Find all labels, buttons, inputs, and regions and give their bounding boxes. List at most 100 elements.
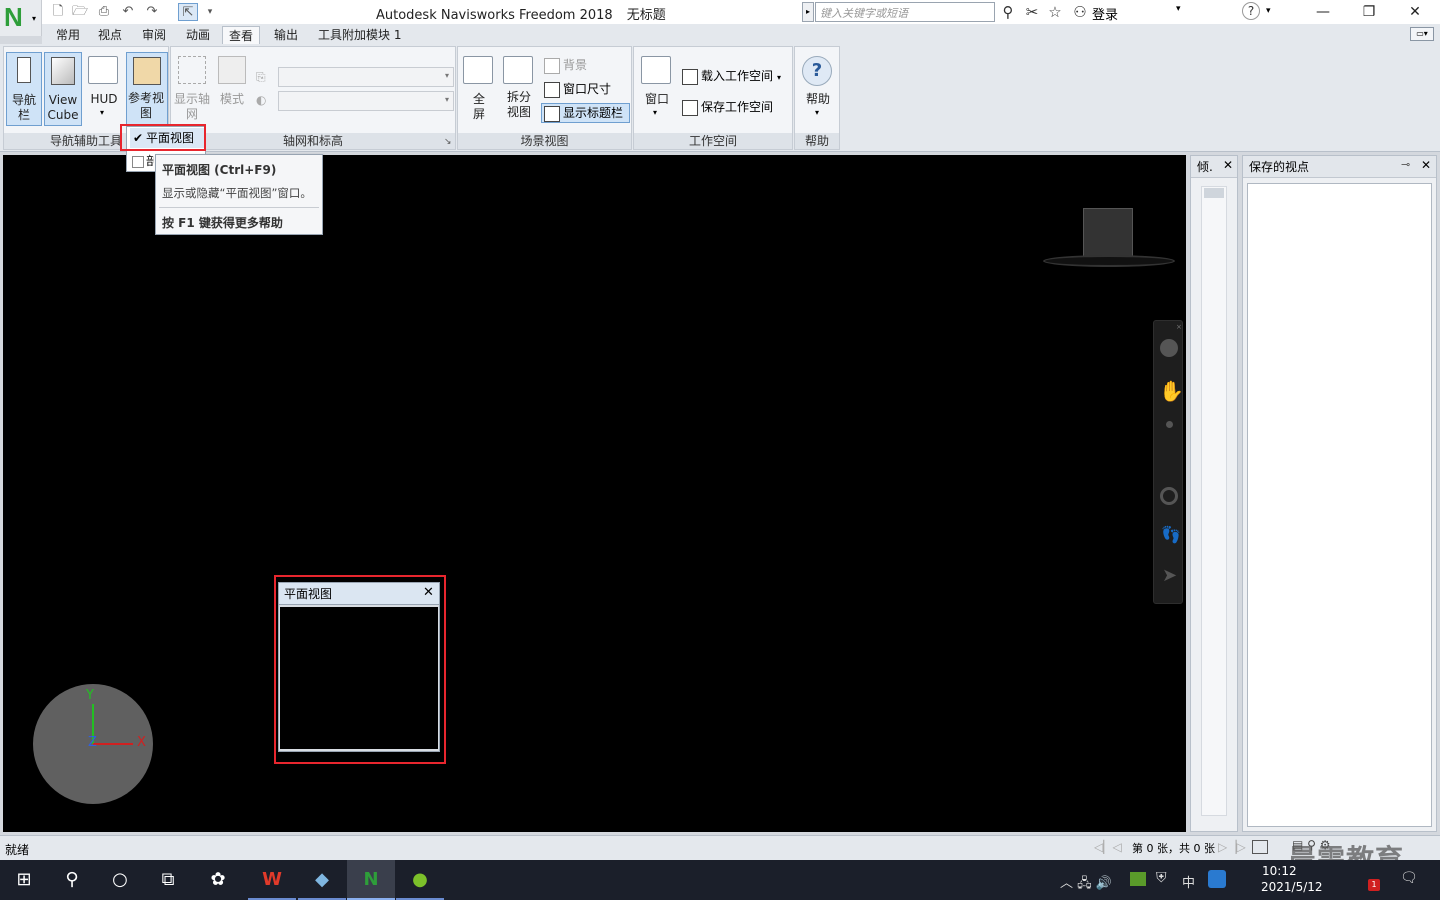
fullscreen-button[interactable]: 全屏: [460, 52, 498, 126]
tab-addins[interactable]: 工具附加模块 1: [312, 26, 407, 44]
minimize-button[interactable]: —: [1300, 0, 1346, 24]
show-titlebar-button[interactable]: 显示标题栏: [541, 103, 630, 123]
windows-start-icon[interactable]: ⊞: [0, 860, 48, 900]
plan-view-canvas[interactable]: [280, 607, 438, 749]
split-view-button[interactable]: 拆分视图: [500, 52, 538, 126]
pin-icon[interactable]: ⊸: [1401, 158, 1410, 171]
window-size-button[interactable]: 窗口尺寸: [544, 79, 611, 99]
security-shield-icon[interactable]: ⛨: [1156, 870, 1167, 886]
qq-icon[interactable]: [1208, 870, 1226, 888]
login-link[interactable]: 登录: [1092, 4, 1118, 23]
nvidia-icon[interactable]: [1130, 872, 1146, 886]
steering-wheel-icon[interactable]: [1160, 339, 1178, 357]
undo-icon[interactable]: ↶: [118, 3, 138, 21]
plan-view-close-icon[interactable]: ✕: [423, 585, 434, 600]
task-view-icon[interactable]: ⧉: [144, 860, 192, 900]
clock-date[interactable]: 2021/5/12: [1261, 880, 1323, 894]
qat-dropdown-icon[interactable]: ▾: [200, 3, 220, 21]
orbit-icon[interactable]: [1160, 487, 1178, 505]
favorites-star-icon[interactable]: ☆: [1045, 2, 1065, 22]
action-center-icon[interactable]: 🗨: [1400, 870, 1418, 886]
tab-animation[interactable]: 动画: [180, 26, 216, 44]
print-icon[interactable]: ⎙: [94, 3, 114, 21]
fan-app-icon[interactable]: ✿: [194, 860, 242, 900]
prev-sheet-icons[interactable]: ◁▏◁: [1094, 840, 1122, 854]
split-view-icon: [503, 56, 533, 84]
load-workspace-button[interactable]: 载入工作空间 ▾: [682, 66, 781, 86]
tilt-slider-thumb[interactable]: [1204, 188, 1224, 198]
help-question-icon[interactable]: ?: [1242, 2, 1260, 20]
search-icon[interactable]: ⚲: [48, 860, 96, 900]
ime-indicator[interactable]: 中: [1182, 872, 1195, 891]
viewcube-label: View Cube: [47, 93, 79, 122]
panel-title: 帮助: [795, 133, 839, 149]
sheet-browser-icon[interactable]: [1252, 840, 1268, 854]
search-input[interactable]: 键入关键字或短语: [815, 2, 995, 22]
viewcube-button[interactable]: View Cube: [44, 52, 82, 126]
tab-view[interactable]: 查看: [222, 26, 261, 44]
viewcube-compass-ring[interactable]: [1043, 255, 1175, 267]
navbar-close-icon[interactable]: ×: [1176, 323, 1182, 331]
windows-button[interactable]: 窗口 ▾: [638, 52, 676, 126]
tab-home[interactable]: 常用: [50, 26, 86, 44]
navigation-bar-label: 导航栏: [11, 93, 36, 122]
app-menu-button[interactable]: N ▾: [0, 0, 42, 36]
clock-time[interactable]: 10:12: [1262, 864, 1297, 878]
pan-hand-icon[interactable]: ✋: [1159, 379, 1184, 403]
grid-location-select[interactable]: ▾: [278, 67, 454, 87]
tab-review[interactable]: 审阅: [136, 26, 172, 44]
tilt-slider-track[interactable]: [1201, 186, 1227, 816]
viewcube-widget[interactable]: [1083, 208, 1133, 260]
login-dropdown-icon[interactable]: ▾: [1176, 4, 1181, 14]
melon-app-icon[interactable]: ●: [396, 860, 444, 900]
checkbox-icon: [132, 155, 144, 168]
notes-app-icon[interactable]: ◆: [298, 860, 346, 900]
navigation-bar-button[interactable]: 导航栏: [6, 52, 42, 126]
communication-icon[interactable]: ✂: [1022, 2, 1042, 22]
wps-office-icon[interactable]: W: [248, 860, 296, 900]
new-file-icon[interactable]: 🗋: [48, 3, 68, 21]
menu-item-section-view[interactable]: 剖面视图: [130, 152, 154, 170]
tilt-panel-close-icon[interactable]: ✕: [1223, 158, 1233, 172]
show-titlebar-icon: [544, 105, 560, 122]
show-grid-button[interactable]: 显示轴网: [174, 52, 210, 126]
window-size-label: 窗口尺寸: [563, 82, 612, 96]
show-grid-label: 显示轴网: [174, 92, 211, 121]
sheet-counter: 第 0 张，共 0 张: [1132, 842, 1215, 855]
grid-level-select[interactable]: ▾: [278, 91, 454, 111]
restore-button[interactable]: ❐: [1346, 0, 1392, 24]
help-dropdown-icon[interactable]: ▾: [1266, 6, 1271, 16]
scene-viewport[interactable]: × ✋ 👣 ➤ Y X Z: [3, 155, 1186, 832]
redo-icon[interactable]: ↷: [142, 3, 162, 21]
panel-launcher-icon[interactable]: ↘: [444, 137, 452, 147]
grid-mode-button[interactable]: 模式: [214, 52, 250, 126]
zoom-icon[interactable]: [1166, 421, 1173, 428]
tab-viewpoint[interactable]: 视点: [92, 26, 128, 44]
reference-views-button[interactable]: 参考视图: [126, 52, 168, 126]
navisworks-taskbar-icon[interactable]: N: [347, 860, 395, 900]
plan-view-title: 平面视图: [279, 583, 439, 605]
select-tool-icon[interactable]: ⇱: [178, 3, 198, 21]
cortana-icon[interactable]: ○: [96, 860, 144, 900]
saved-viewpoints-list[interactable]: [1247, 183, 1432, 827]
navigation-bar: × ✋ 👣 ➤: [1153, 320, 1184, 604]
saved-viewpoints-close-icon[interactable]: ✕: [1421, 158, 1431, 172]
tray-icons[interactable]: ︿ 🖧 🔊: [1060, 872, 1112, 896]
tab-output[interactable]: 输出: [268, 26, 304, 44]
select-cursor-icon[interactable]: ➤: [1162, 565, 1177, 586]
walk-footsteps-icon[interactable]: 👣: [1161, 525, 1181, 544]
help-button[interactable]: ? 帮助 ▾: [798, 52, 838, 126]
next-sheet-icons[interactable]: ▷▕▷: [1218, 840, 1246, 854]
plan-view-window[interactable]: 平面视图 ✕: [278, 582, 440, 752]
menu-item-plan-view[interactable]: ✔ 平面视图: [130, 128, 204, 148]
binoculars-icon[interactable]: ⚲: [998, 2, 1018, 22]
background-button[interactable]: 背景: [544, 55, 587, 75]
close-button[interactable]: ✕: [1392, 0, 1438, 24]
hud-button[interactable]: HUD ▾: [86, 52, 122, 126]
ribbon-minimize-icon[interactable]: ▭▾: [1410, 27, 1434, 41]
hud-label: HUD: [90, 92, 118, 106]
search-expand-icon[interactable]: ▸: [802, 2, 814, 22]
save-workspace-button[interactable]: 保存工作空间: [682, 97, 773, 117]
open-file-icon[interactable]: 🗁: [70, 3, 90, 21]
user-icon[interactable]: ⚇: [1070, 2, 1090, 22]
